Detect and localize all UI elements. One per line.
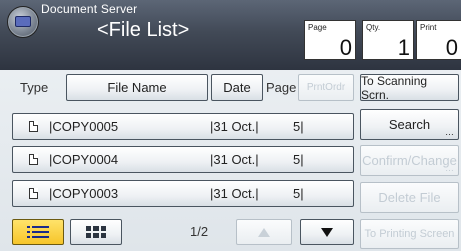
triangle-down-icon: [321, 227, 333, 237]
page-counter: Page 0: [304, 20, 356, 60]
file-date: |31 Oct.|: [210, 119, 259, 134]
document-server-logo-icon: [7, 6, 39, 38]
print-order-button[interactable]: PrntOrdr: [298, 74, 354, 101]
search-button[interactable]: Search …: [360, 109, 459, 140]
qty-counter-label: Qty.: [366, 23, 381, 32]
next-page-button[interactable]: [300, 219, 354, 245]
page-counter-label: Page: [308, 23, 327, 32]
file-row[interactable]: |COPY0004 |31 Oct.| 5|: [12, 146, 354, 173]
file-pages: 5|: [293, 152, 304, 167]
file-name: |COPY0004: [49, 152, 119, 167]
document-icon: [29, 121, 38, 132]
more-indicator-icon: …: [445, 163, 454, 173]
file-date: |31 Oct.|: [210, 152, 259, 167]
to-scanning-screen-button[interactable]: To Scanning Scrn.: [360, 74, 459, 102]
delete-file-button[interactable]: Delete File: [360, 182, 459, 213]
triangle-up-icon: [258, 227, 270, 237]
confirm-change-label: Confirm/Change: [362, 153, 457, 168]
page-indicator: 1/2: [190, 224, 209, 239]
page-counter-value: 0: [339, 35, 352, 60]
file-list-screen: Document Server <File List> Page 0 Qty. …: [0, 0, 461, 251]
search-button-label: Search: [388, 117, 431, 132]
file-name: |COPY0005: [49, 119, 119, 134]
list-view-icon: [27, 226, 49, 238]
list-view-button[interactable]: [12, 219, 64, 245]
file-pages: 5|: [293, 119, 304, 134]
previous-page-button[interactable]: [236, 219, 292, 245]
document-icon: [29, 154, 38, 165]
sort-by-date-button[interactable]: Date: [211, 74, 263, 101]
app-title: Document Server: [41, 2, 138, 16]
grid-view-button[interactable]: [70, 219, 122, 245]
print-counter: Print 0: [416, 20, 461, 60]
screen-title: <File List>: [97, 19, 190, 41]
print-counter-value: 0: [445, 35, 458, 60]
grid-view-icon: [86, 226, 106, 238]
file-name: |COPY0003: [49, 186, 119, 201]
more-indicator-icon: …: [445, 127, 454, 137]
file-pages: 5|: [293, 186, 304, 201]
to-printing-screen-button[interactable]: To Printing Screen: [360, 219, 459, 249]
confirm-change-button[interactable]: Confirm/Change …: [360, 145, 459, 176]
file-date: |31 Oct.|: [210, 186, 259, 201]
print-counter-label: Print: [420, 23, 437, 32]
file-row[interactable]: |COPY0005 |31 Oct.| 5|: [12, 113, 354, 140]
page-column-label: Page: [266, 80, 297, 95]
qty-counter-value: 1: [397, 35, 410, 60]
type-column-label: Type: [20, 80, 49, 95]
qty-counter: Qty. 1: [362, 20, 414, 60]
sort-by-file-name-button[interactable]: File Name: [66, 74, 208, 101]
file-row[interactable]: |COPY0003 |31 Oct.| 5|: [12, 180, 354, 207]
header-bar: Document Server <File List> Page 0 Qty. …: [0, 0, 461, 70]
document-icon: [29, 188, 38, 199]
